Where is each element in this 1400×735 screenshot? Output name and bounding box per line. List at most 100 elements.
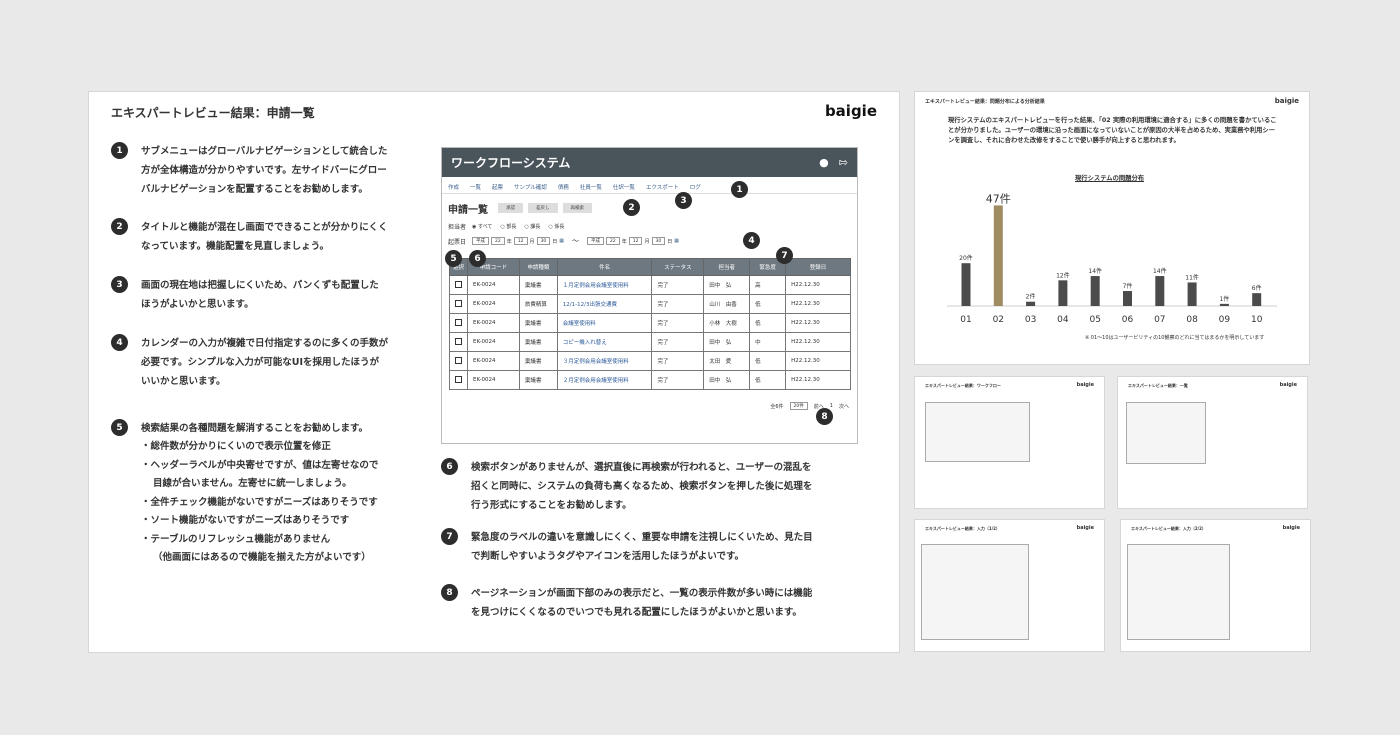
bar-04 [1058,280,1068,306]
table-row[interactable]: EK-0024 旅費精算 12/1-12/3出張交通費 完了 山川 由香低 H22.12.… [449,294,851,314]
assignee-radio[interactable]: ○ 課長 [524,223,540,230]
radio-label: 課長 [530,224,541,230]
calendar-icon[interactable]: ▦ [559,238,564,244]
row-checkbox[interactable] [455,375,462,383]
app-title: ワークフローシステム [451,156,571,170]
action-button[interactable]: 差戻し [528,203,558,213]
table-cell: 完了 [651,294,705,314]
table-cell[interactable]: ２月定例会用会議室使用料 [556,370,653,390]
select-cell [449,370,468,390]
row-checkbox[interactable] [455,299,462,307]
table-cell: 高 [749,275,787,295]
nav-item[interactable]: 作成 [448,183,459,191]
note-5-list: 総件数が分かりにくいので表示位置を修正 ヘッダーラベルが中央寄せですが、値は左寄… [141,438,379,568]
note-5-item: ヘッダーラベルが中央寄せですが、値は左寄せなので [141,457,379,476]
nav-item[interactable]: 一覧 [470,183,481,191]
value-label: 1件 [1219,295,1229,303]
bar-03 [1026,301,1036,306]
user-icon[interactable]: ● [819,156,829,169]
nav-item[interactable]: ログ [690,183,701,191]
summary-slide: エキスパートレビュー結果：問題分布による分析結果 baigie 現行システムのエ… [914,91,1310,365]
table-cell: 田中 弘 [703,275,751,295]
unit-year: 年 [621,238,627,245]
table-cell: 稟議書 [518,351,558,371]
nav-item[interactable]: サンプル確認 [514,183,547,191]
nav-item[interactable]: 社員一覧 [580,183,602,191]
page-number[interactable]: 1 [830,403,833,409]
table-row[interactable]: EK-0024 稟議書 コピー機入れ替え 完了 田中 弘中 H22.12.30 [449,332,851,352]
note-4: 4 カレンダーの入力が複雑で日付指定するのに多くの手数が 必要です。シンプルな入力… [111,334,388,391]
table-cell[interactable]: 12/1-12/3出張交通費 [556,294,653,314]
action-button[interactable]: 再検索 [562,203,592,213]
tick-label: 05 [1089,315,1100,325]
unit-day: 日 [552,238,558,245]
app-action-buttons: 承認 差戻し 再検索 [498,203,592,213]
next-link[interactable]: 次へ [839,403,849,410]
day-input[interactable]: 30 [536,237,551,245]
era-select[interactable]: 平成 [472,237,490,245]
row-checkbox[interactable] [455,337,462,345]
table-cell: 低 [749,294,787,314]
value-label: 14件 [1088,267,1102,275]
per-page-select[interactable]: 20件 [789,402,808,410]
table-row[interactable]: EK-0024 稟議書 １月定例会用会議室使用料 完了 田中 弘高 H22.12.30 [449,275,851,295]
nav-item[interactable]: 起票 [492,183,503,191]
table-cell[interactable]: １月定例会用会議室使用料 [556,275,653,295]
value-label: 11件 [1185,273,1199,281]
calendar-icon[interactable]: ▦ [674,238,679,244]
logout-icon[interactable]: ⇰ [839,156,848,169]
row-checkbox[interactable] [455,318,462,326]
nav-item[interactable]: 債務 [558,183,569,191]
chart-footnote: ※ 01〜10はユーザービリティの10観察のどれに当てはまるかを明示しています [1085,335,1265,341]
era-select[interactable]: 平成 [587,237,604,245]
marker-6: 6 [469,250,486,267]
table-cell[interactable]: コピー機入れ替え [556,332,653,352]
note-6: 6 検索ボタンがありませんが、選択直後に再検索が行われると、ユーザーの混乱を 招く… [441,458,812,515]
note-text: タイトルと機能が混在し画面でできることが分かりにくく なっています。機能配置を見… [141,222,388,252]
bar-chart: 20件 01 47件 02 2件 03 12件 04 14件 05 7件 06 14件 07 11件 08 1件… [947,192,1277,325]
assignee-label: 担当者 [448,224,467,231]
slide-title: エキスパートレビュー結果：申請一覧 [111,106,315,120]
table-cell: 田中 弘 [703,332,751,352]
month-input[interactable]: 12 [628,237,643,245]
row-checkbox[interactable] [455,280,462,288]
table-cell[interactable]: 会議室使用料 [556,313,653,333]
thumb-title: エキスパートレビュー結果：一覧 [1128,383,1188,388]
baigie-logo: baigie [824,102,877,120]
table-row[interactable]: EK-0024 稟議書 会議室使用料 完了 小林 大樹低 H22.12.30 [449,313,851,333]
day-input[interactable]: 30 [651,237,666,245]
row-checkbox[interactable] [455,356,462,364]
table-cell: 低 [749,351,787,371]
table-cell: 中 [749,332,787,352]
table-cell: EK-0024 [467,275,520,295]
table-row[interactable]: EK-0024 稟議書 ２月定例会用会議室使用料 完了 田中 弘低 H22.12.30 [449,370,851,390]
note-1: 1 サブメニューはグローバルナビゲーションとして統合した 方が全体構造が分かりやす… [111,142,387,199]
note-number: 4 [111,334,128,351]
note-5-item: ソート機能がないですがニーズはありそうです [141,512,378,531]
assignee-radio[interactable]: ○ 係長 [548,223,564,230]
year-input[interactable]: 22 [606,237,620,245]
date-row: 起票日 平成 22 年 12 月 30 日 ▦ 〜 平成 22 年 12 月 3… [448,236,679,246]
app-nav: 作成 一覧 起票 サンプル確認 債務 社員一覧 仕訳一覧 エクスポート ログ [442,177,857,194]
note-5-item: 総件数が分かりにくいので表示位置を修正 [141,438,378,457]
nav-item[interactable]: エクスポート [646,183,679,191]
assignee-radio[interactable]: ◉ すべて [472,223,492,230]
value-label: 2件 [1026,293,1036,301]
table-cell: 稟議書 [518,313,558,333]
thumb-title: エキスパートレビュー結果：ワークフロー [925,383,1001,388]
note-5-item: 目線が合いません。左寄せに統一しましょう。 [153,478,352,489]
tick-label: 08 [1186,315,1198,325]
year-input[interactable]: 22 [491,237,505,245]
note-8: 8 ページネーションが画面下部のみの表示だと、一覧の表示件数が多い時には機能 を見… [441,584,812,622]
nav-item[interactable]: 仕訳一覧 [613,183,635,191]
table-cell[interactable]: ３月定例会用会議室使用料 [556,351,653,371]
value-label: 7件 [1123,282,1133,290]
month-input[interactable]: 12 [513,237,528,245]
thumb-title: エキスパートレビュー結果：入力（1/2） [925,526,1000,531]
table-cell: 太田 愛 [703,351,751,371]
assignee-radio[interactable]: ○ 部長 [500,223,516,230]
pagination: 全6件 20件 前へ 1 次へ [770,402,849,410]
table-row[interactable]: EK-0024 稟議書 ３月定例会用会議室使用料 完了 太田 愛低 H22.12.30 [449,351,851,371]
column-header: ステータス [651,258,705,276]
action-button[interactable]: 承認 [498,203,523,213]
